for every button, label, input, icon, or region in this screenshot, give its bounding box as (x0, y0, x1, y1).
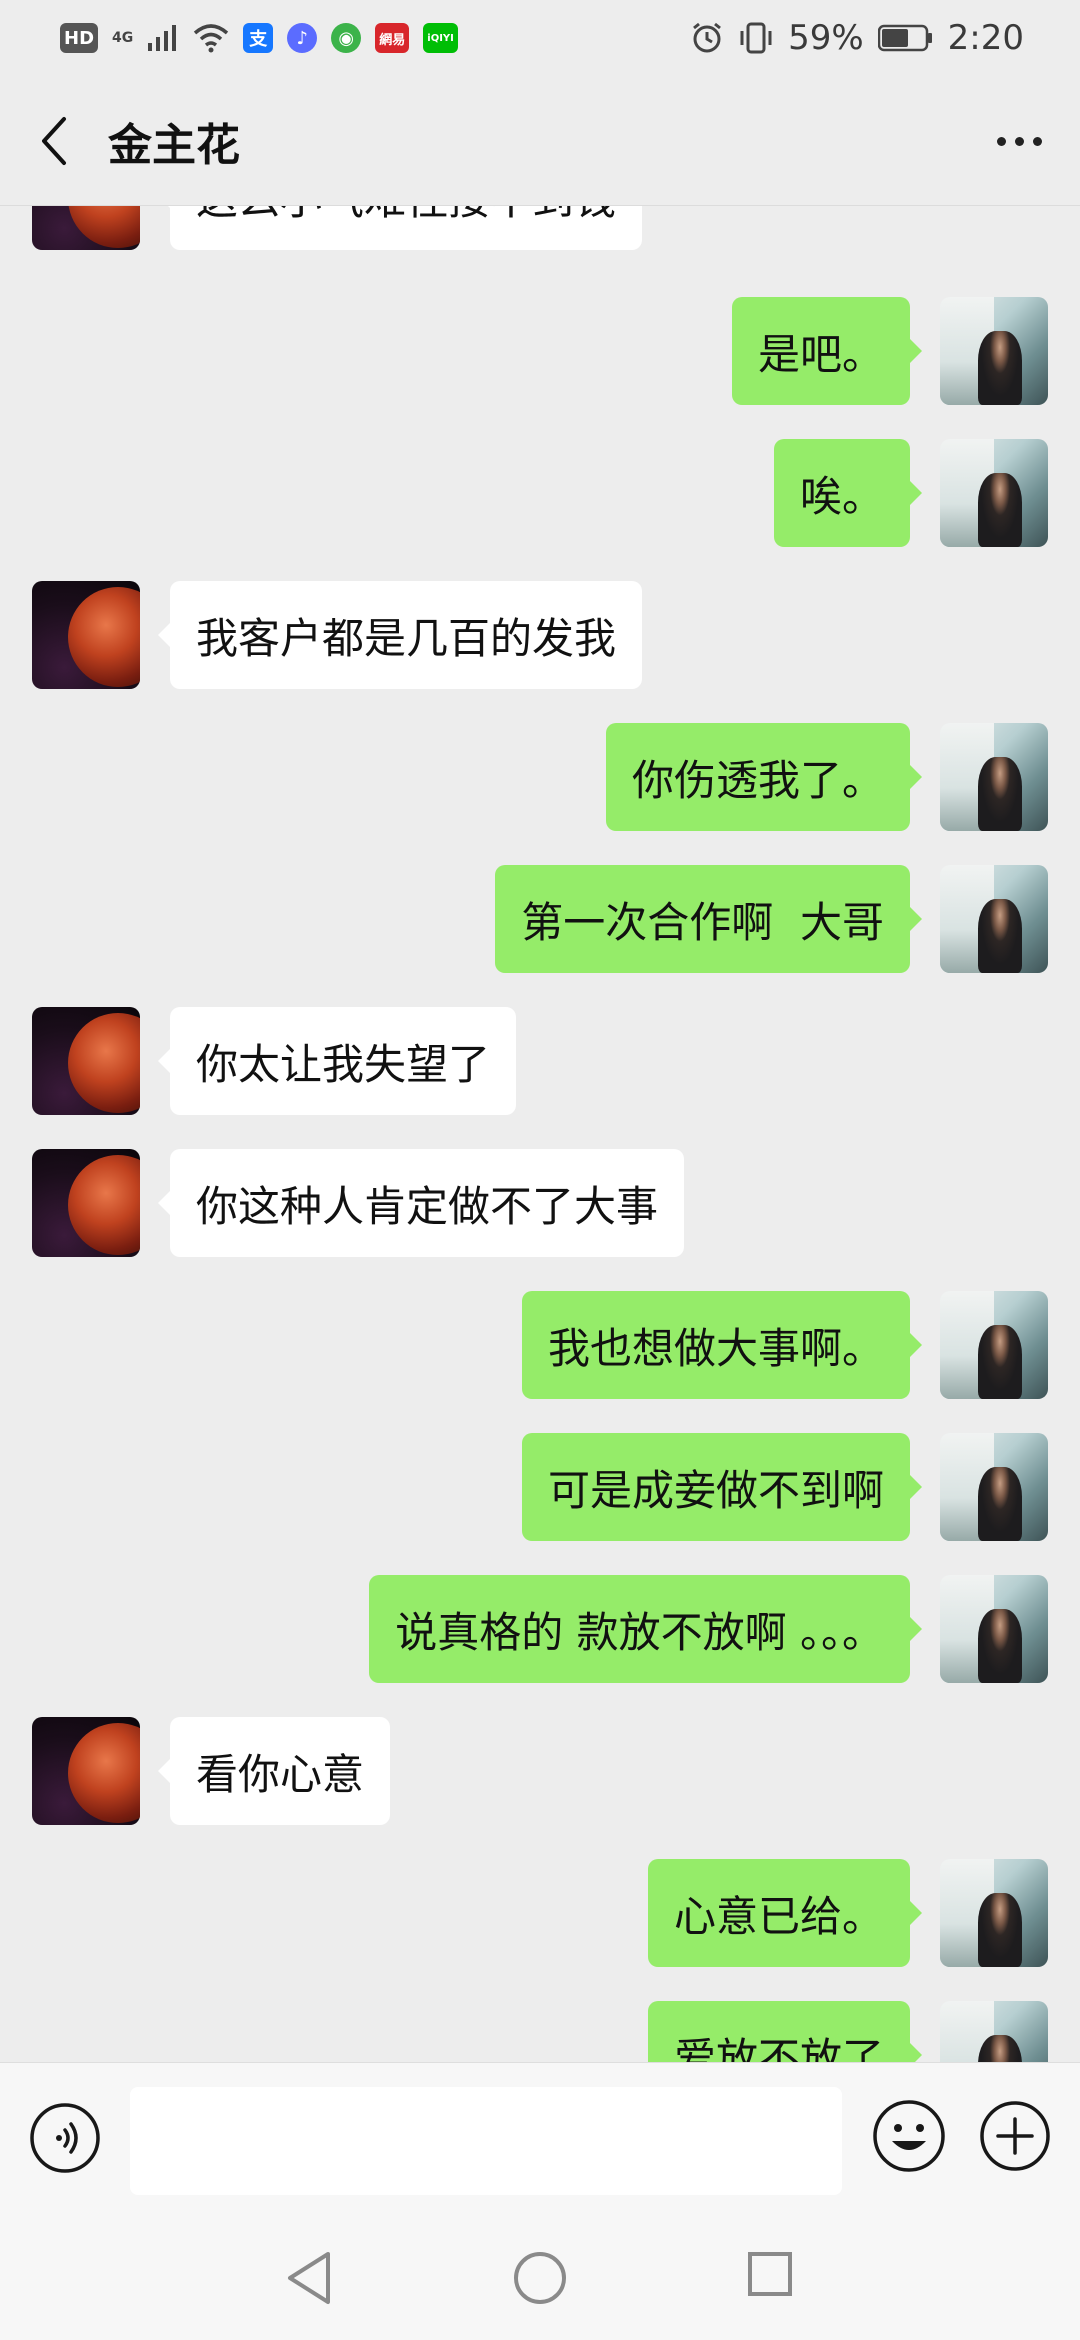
battery-percent: 59% (788, 18, 864, 58)
chevron-left-icon (42, 116, 66, 165)
my-avatar[interactable] (940, 297, 1048, 405)
more-icon-dot (1032, 136, 1042, 146)
my-avatar[interactable] (940, 1291, 1048, 1399)
hd-icon: HD (60, 23, 99, 53)
message-outgoing: 你伤透我了。 (0, 723, 1080, 833)
voice-input-button[interactable] (28, 2101, 102, 2175)
my-avatar[interactable] (940, 723, 1048, 831)
contact-avatar[interactable] (32, 581, 140, 689)
circle-home-icon (514, 2252, 566, 2304)
status-bar-right: 59% 2:20 (690, 18, 1024, 58)
message-outgoing: 可是成妾做不到啊 (0, 1433, 1080, 1543)
more-functions-button[interactable] (978, 2099, 1052, 2173)
emoji-button[interactable] (870, 2097, 948, 2175)
message-incoming: 我客户都是几百的发我 (0, 581, 1080, 691)
contact-avatar[interactable] (32, 1149, 140, 1257)
netease-icon: 網易 (375, 23, 410, 53)
nav-back-button[interactable] (282, 2248, 338, 2308)
system-nav-bar (0, 2216, 1080, 2340)
more-icon-dot (996, 136, 1006, 146)
back-button[interactable] (6, 76, 102, 206)
battery-icon (877, 24, 932, 52)
message-outgoing: 是吧。 (0, 297, 1080, 407)
message-bubble[interactable]: 是吧。 (731, 297, 923, 405)
message-incoming: 你这种人肯定做不了大事 (0, 1149, 1080, 1259)
square-recents-icon (748, 2252, 792, 2296)
nav-recents-button[interactable] (746, 2250, 794, 2298)
contact-avatar[interactable] (32, 206, 140, 250)
more-options-button[interactable] (984, 106, 1054, 176)
message-outgoing: 我也想做大事啊。 (0, 1291, 1080, 1401)
contact-avatar[interactable] (32, 1007, 140, 1115)
my-avatar[interactable] (940, 2001, 1048, 2062)
iqiyi-icon: iQIYI (423, 23, 458, 53)
message-outgoing: 爱放不放了 (0, 2001, 1080, 2062)
emoji-icon (873, 2100, 945, 2172)
message-incoming: 你太让我失望了 (0, 1007, 1080, 1117)
message-bubble[interactable]: 心意已给。 (647, 1859, 923, 1967)
message-outgoing: 唉。 (0, 439, 1080, 549)
message-incoming: 看你心意 (0, 1717, 1080, 1827)
message-outgoing: 心意已给。 (0, 1859, 1080, 1969)
chat-title: 金主花 (108, 119, 240, 171)
message-bubble[interactable]: 看你心意 (157, 1717, 391, 1825)
message-outgoing: 第一次合作啊 大哥 (0, 865, 1080, 975)
clock: 2:20 (947, 18, 1024, 58)
input-bar (0, 2062, 1080, 2216)
signal-icon (148, 25, 177, 51)
my-avatar[interactable] (940, 1575, 1048, 1683)
message-bubble[interactable]: 你伤透我了。 (605, 723, 923, 831)
my-avatar[interactable] (940, 865, 1048, 973)
message-bubble[interactable]: 说真格的 款放不放啊 。。。 (369, 1575, 922, 1683)
my-avatar[interactable] (940, 1859, 1048, 1967)
alipay-icon: 支 (243, 23, 274, 53)
alarm-icon (693, 22, 721, 53)
wifi-icon (194, 24, 229, 53)
voice-icon (30, 2103, 100, 2173)
nav-home-button[interactable] (512, 2250, 568, 2306)
chat-header: 金主花 (0, 76, 1080, 206)
more-icon-dot (1014, 136, 1024, 146)
message-bubble[interactable]: 可是成妾做不到啊 (521, 1433, 923, 1541)
message-list[interactable]: 这么小气难怪接不到钱 是吧。 唉。 我客户都是几百的发我 你伤透我了。 第一次合… (0, 206, 1080, 2062)
message-bubble[interactable]: 爱放不放了 (647, 2001, 923, 2062)
message-bubble[interactable]: 我客户都是几百的发我 (157, 581, 643, 689)
status-bar: HD 4G 支 ♪ ◉ 網易 iQIYI 59% 2:20 (0, 0, 1080, 76)
contact-avatar[interactable] (32, 1717, 140, 1825)
message-bubble[interactable]: 唉。 (773, 439, 923, 547)
plus-circle-icon (980, 2101, 1050, 2171)
message-incoming: 这么小气难怪接不到钱 (0, 206, 1080, 252)
message-bubble[interactable]: 你太让我失望了 (157, 1007, 517, 1115)
message-bubble[interactable]: 你这种人肯定做不了大事 (157, 1149, 685, 1257)
browser-icon: ◉ (331, 23, 362, 53)
my-avatar[interactable] (940, 1433, 1048, 1541)
vibrate-icon (740, 22, 772, 54)
network-4g-icon: 4G (112, 30, 134, 46)
message-bubble[interactable]: 这么小气难怪接不到钱 (157, 206, 643, 250)
music-icon: ♪ (287, 23, 318, 53)
status-bar-left: HD 4G 支 ♪ ◉ 網易 iQIYI (60, 23, 458, 53)
triangle-back-icon (288, 2252, 330, 2304)
message-outgoing: 说真格的 款放不放啊 。。。 (0, 1575, 1080, 1685)
my-avatar[interactable] (940, 439, 1048, 547)
message-input[interactable] (130, 2087, 842, 2195)
message-bubble[interactable]: 第一次合作啊 大哥 (495, 865, 922, 973)
message-bubble[interactable]: 我也想做大事啊。 (521, 1291, 923, 1399)
